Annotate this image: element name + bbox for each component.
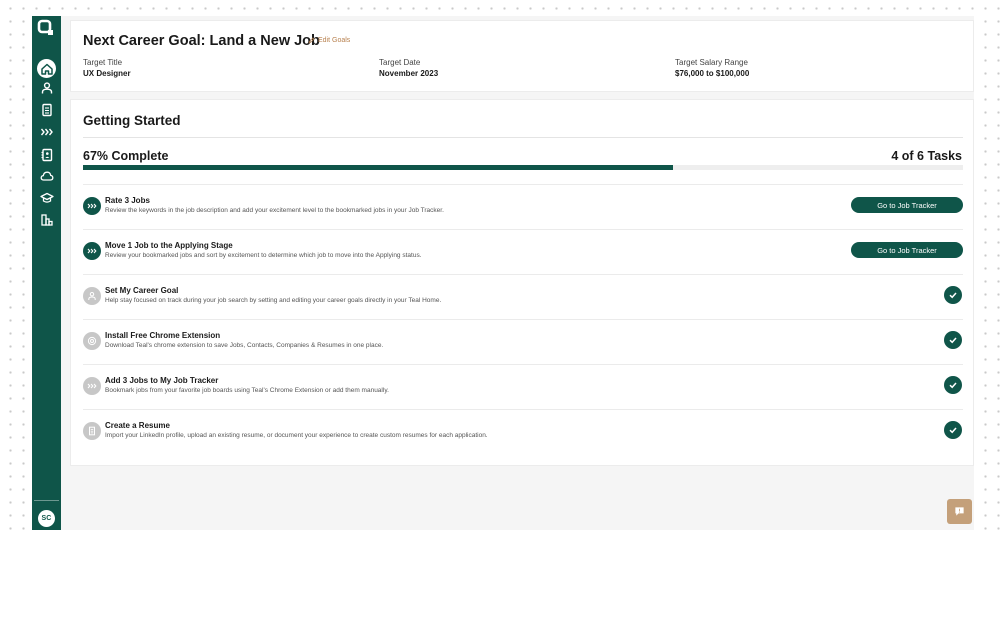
task-description: Bookmark jobs from your favorite job boa… <box>105 387 389 394</box>
task-description: Review your bookmarked jobs and sort by … <box>105 252 422 259</box>
target-date-value: November 2023 <box>379 69 439 78</box>
task-title: Set My Career Goal <box>105 286 179 295</box>
sidebar-item-home[interactable] <box>37 59 56 78</box>
sidebar-item-resumes[interactable] <box>36 100 57 120</box>
feedback-chat-button[interactable] <box>947 499 972 524</box>
task-status-icon <box>83 242 101 260</box>
task-create-resume: Create a Resume Import your LinkedIn pro… <box>83 410 963 455</box>
task-title: Add 3 Jobs to My Job Tracker <box>105 376 219 385</box>
person-icon <box>88 292 96 300</box>
task-title: Rate 3 Jobs <box>105 196 150 205</box>
sidebar-item-learning[interactable] <box>36 188 57 208</box>
cloud-icon <box>40 171 53 181</box>
contact-book-icon <box>41 148 52 162</box>
chat-icon <box>955 507 964 516</box>
sidebar-item-contacts[interactable] <box>36 145 57 165</box>
target-title-label: Target Title <box>83 58 123 67</box>
task-title: Install Free Chrome Extension <box>105 331 221 340</box>
edit-goals-link[interactable]: Edit Goals <box>308 37 350 44</box>
task-description: Download Teal's chrome extension to save… <box>105 342 384 349</box>
task-title: Create a Resume <box>105 421 170 430</box>
task-description: Help stay focused on track during your j… <box>105 297 442 304</box>
progress-bar-fill <box>83 165 673 170</box>
sidebar: SC <box>32 16 61 530</box>
target-title-field: Target Title UX Designer <box>83 58 131 78</box>
chrome-icon <box>87 336 97 346</box>
chevrons-icon <box>40 128 53 136</box>
task-status-icon <box>83 377 101 395</box>
task-title: Move 1 Job to the Applying Stage <box>105 241 233 250</box>
tasks-count: 4 of 6 Tasks <box>891 149 962 163</box>
sidebar-divider <box>34 500 59 501</box>
go-to-job-tracker-button[interactable]: Go to Job Tracker <box>851 242 963 258</box>
career-goal-card: Next Career Goal: Land a New Job Edit Go… <box>70 20 974 92</box>
document-icon <box>41 103 52 117</box>
task-status-icon <box>83 287 101 305</box>
go-to-job-tracker-button[interactable]: Go to Job Tracker <box>851 197 963 213</box>
building-chart-icon <box>40 214 53 226</box>
task-description: Import your LinkedIn profile, upload an … <box>105 432 488 439</box>
target-salary-field: Target Salary Range $76,000 to $100,000 <box>675 58 749 78</box>
checkmark-icon <box>944 286 962 304</box>
divider <box>83 137 963 138</box>
pencil-icon <box>308 37 315 44</box>
sidebar-item-companies[interactable] <box>36 166 57 186</box>
chevrons-icon <box>87 203 97 209</box>
task-set-career-goal: Set My Career Goal Help stay focused on … <box>83 275 963 320</box>
teal-logo-icon[interactable] <box>37 19 56 37</box>
graduation-cap-icon <box>39 192 54 203</box>
checkmark-icon <box>944 421 962 439</box>
chevrons-icon <box>87 248 97 254</box>
task-add-jobs-tracker: Add 3 Jobs to My Job Tracker Bookmark jo… <box>83 365 963 410</box>
task-description: Review the keywords in the job descripti… <box>105 207 444 214</box>
career-goal-title: Next Career Goal: Land a New Job <box>83 33 320 49</box>
task-status-icon <box>83 332 101 350</box>
task-install-chrome-extension: Install Free Chrome Extension Download T… <box>83 320 963 365</box>
percent-complete: 67% Complete <box>83 149 169 163</box>
sidebar-item-analytics[interactable] <box>36 210 57 230</box>
checkmark-icon <box>944 331 962 349</box>
sidebar-item-profile[interactable] <box>36 78 57 98</box>
getting-started-card: Getting Started 67% Complete 4 of 6 Task… <box>70 99 974 466</box>
task-status-icon <box>83 422 101 440</box>
getting-started-title: Getting Started <box>83 113 181 128</box>
target-salary-value: $76,000 to $100,000 <box>675 69 750 78</box>
task-status-icon <box>83 197 101 215</box>
target-date-field: Target Date November 2023 <box>379 58 438 78</box>
app-window: SC Next Career Goal: Land a New Job Edit… <box>32 16 974 530</box>
person-icon <box>41 82 52 94</box>
document-icon <box>89 426 95 436</box>
task-rate-jobs: Rate 3 Jobs Review the keywords in the j… <box>83 185 963 230</box>
target-title-value: UX Designer <box>83 69 131 78</box>
target-salary-label: Target Salary Range <box>675 58 748 67</box>
checkmark-icon <box>944 376 962 394</box>
target-date-label: Target Date <box>379 58 421 67</box>
progress-bar <box>83 165 963 170</box>
task-move-job-applying: Move 1 Job to the Applying Stage Review … <box>83 230 963 275</box>
edit-goals-label: Edit Goals <box>318 37 351 44</box>
home-icon <box>40 63 53 75</box>
chevrons-icon <box>87 383 97 389</box>
avatar[interactable]: SC <box>38 510 55 527</box>
sidebar-item-job-tracker[interactable] <box>36 122 57 142</box>
